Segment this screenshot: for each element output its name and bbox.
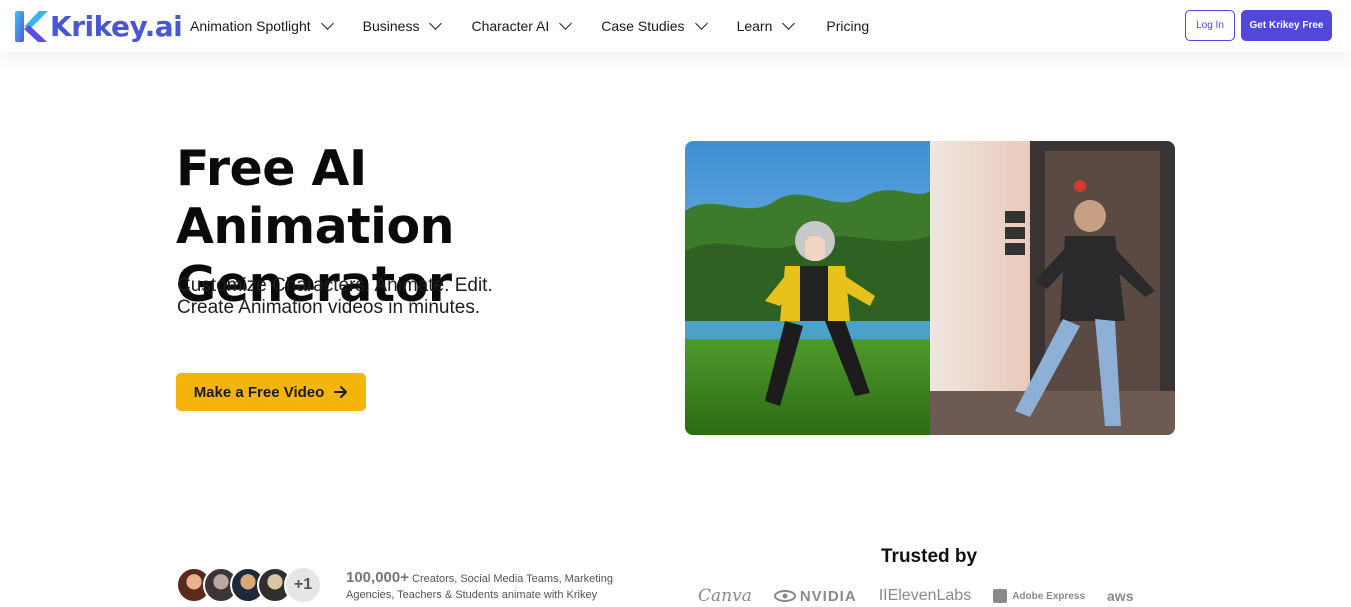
nav-item-label: Case Studies	[601, 18, 685, 34]
nav-item-business[interactable]: Business	[362, 0, 443, 52]
partner-logos: Canva NVIDIA IIElevenLabs Adobe Express …	[698, 585, 1168, 607]
creator-avatars: +1	[176, 566, 322, 604]
cta-label: Make a Free Video	[193, 383, 325, 401]
get-krikey-free-button[interactable]: Get Krikey Free	[1241, 10, 1332, 41]
nav-item-case-studies[interactable]: Case Studies	[601, 0, 708, 52]
nav-item-label: Animation Spotlight	[190, 18, 311, 34]
top-navbar: Krikey.ai Animation Spotlight Business C…	[0, 0, 1351, 52]
make-free-video-button[interactable]: Make a Free Video	[176, 373, 366, 411]
adobe-express-wordmark: Adobe Express	[1012, 590, 1086, 602]
chevron-down-icon	[429, 17, 443, 30]
chevron-down-icon	[782, 17, 796, 30]
chevron-down-icon	[559, 17, 573, 30]
chevron-down-icon	[694, 17, 708, 30]
nav-item-label: Pricing	[826, 18, 870, 34]
hero-subtitle-line2: Create Animation videos in minutes.	[177, 297, 481, 318]
hero-title-line1: Free AI Animation	[176, 140, 455, 255]
chevron-down-icon	[320, 17, 334, 30]
nav-item-label: Character AI	[471, 18, 550, 34]
hero-animation-video[interactable]	[685, 141, 1175, 435]
trusted-by-heading: Trusted by	[881, 546, 978, 567]
login-button[interactable]: Log In	[1185, 10, 1235, 41]
creator-count: 100,000+	[346, 569, 409, 586]
social-proof-text: 100,000+ Creators, Social Media Teams, M…	[346, 570, 646, 603]
nav-item-label: Learn	[736, 18, 773, 34]
aws-logo: aws	[1107, 588, 1134, 604]
elevenlabs-logo: IIElevenLabs	[878, 587, 972, 604]
nav-item-pricing[interactable]: Pricing	[826, 0, 869, 52]
adobe-icon	[993, 589, 1008, 603]
krikey-logo[interactable]: Krikey.ai	[13, 7, 183, 45]
nvidia-wordmark: NVIDIA	[799, 587, 857, 605]
krikey-k-logo-icon	[13, 8, 49, 44]
nav-item-animation-spotlight[interactable]: Animation Spotlight	[190, 0, 334, 52]
adobe-express-logo: Adobe Express	[993, 589, 1085, 603]
nvidia-logo: NVIDIA	[773, 587, 857, 605]
main-menu: Animation Spotlight Business Character A…	[190, 0, 869, 52]
canva-logo: Canva	[698, 586, 752, 606]
nav-item-learn[interactable]: Learn	[736, 0, 796, 52]
nav-item-label: Business	[362, 18, 420, 34]
hero-subtitle-line1: Customize Characters. Animate. Edit.	[177, 275, 493, 296]
logo-wordmark: Krikey.ai	[50, 9, 183, 43]
hero-subtitle: Customize Characters. Animate. Edit. Cre…	[177, 275, 493, 319]
nvidia-eye-icon	[773, 590, 796, 602]
arrow-right-icon	[334, 386, 348, 398]
animation-preview-illustration	[685, 141, 1175, 435]
more-creators-badge: +1	[284, 566, 322, 604]
nav-item-character-ai[interactable]: Character AI	[471, 0, 573, 52]
